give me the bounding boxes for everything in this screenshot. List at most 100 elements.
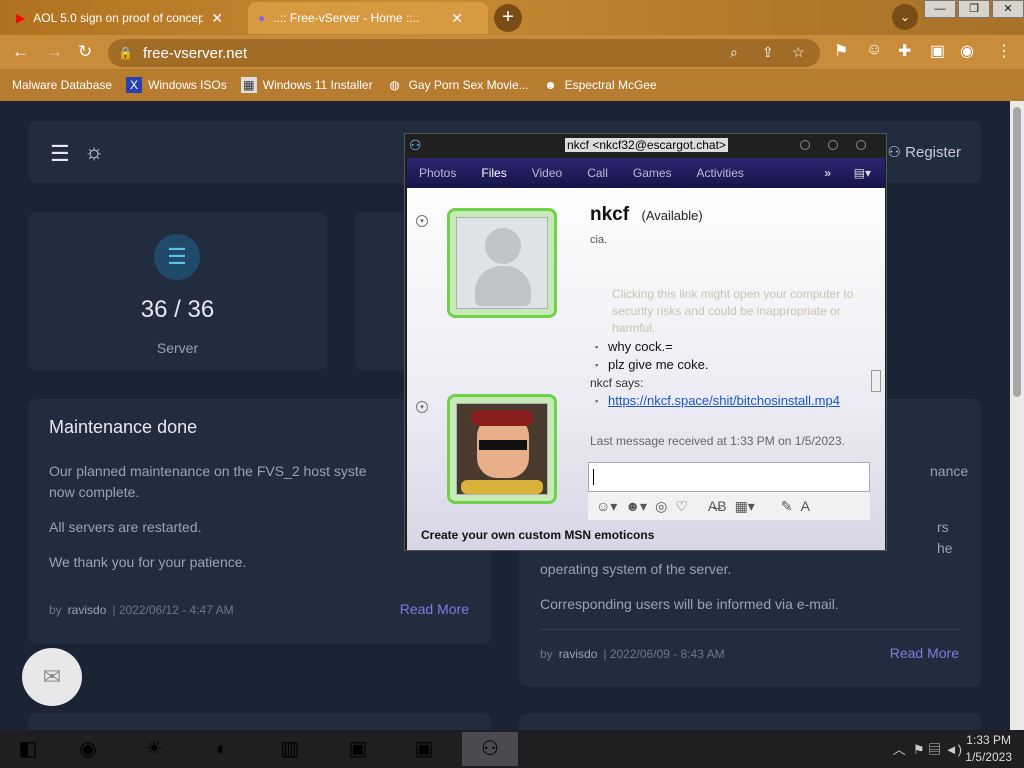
- side-panel-icon[interactable]: ▣: [930, 41, 945, 61]
- text-format-icon[interactable]: A: [801, 498, 810, 514]
- self-avatar: [447, 394, 557, 504]
- share-icon[interactable]: ⇪: [762, 44, 774, 61]
- address-bar[interactable]: 🔒 free-vserver.net ⌕ ⇪ ☆: [108, 39, 820, 67]
- handwriting-icon[interactable]: ✎: [781, 498, 793, 515]
- folder-icon[interactable]: ▥: [262, 732, 318, 766]
- msn-titlebar[interactable]: ⚇ nkcf <nkcf32@escargot.chat>: [405, 134, 886, 158]
- minimize-icon[interactable]: —: [924, 0, 956, 18]
- flag-icon[interactable]: ⚑: [913, 742, 925, 757]
- close-tab-icon[interactable]: ✕: [211, 10, 223, 27]
- close-window-icon[interactable]: ✕: [992, 0, 1024, 18]
- menu-activities[interactable]: Activities: [697, 166, 744, 180]
- emoticon-icon[interactable]: ☺▾: [596, 498, 617, 515]
- menu-kebab-icon[interactable]: ⋮: [996, 41, 1012, 61]
- contact-avatar: [447, 208, 557, 318]
- by-label: by: [49, 603, 62, 617]
- conversation-scrollbar[interactable]: [870, 338, 882, 418]
- page-scrollbar[interactable]: [1010, 101, 1024, 730]
- avatar-hat: [471, 410, 533, 426]
- msn-maximize-icon[interactable]: [828, 140, 838, 150]
- wink-icon[interactable]: ☻▾: [625, 498, 647, 515]
- close-tab-icon[interactable]: ✕: [451, 10, 463, 27]
- voice-clip-icon[interactable]: ♡: [675, 498, 688, 515]
- installer-icon-2[interactable]: ▣: [396, 732, 452, 766]
- server-icon: ☰: [154, 234, 200, 280]
- menu-video[interactable]: Video: [532, 166, 562, 180]
- msn-minimize-icon[interactable]: [800, 140, 810, 150]
- tab-free-vserver[interactable]: ● ..:: Free-vServer - Home ::.. ✕: [248, 2, 488, 34]
- message-line: plz give me coke.: [590, 356, 872, 374]
- read-more-link[interactable]: Read More: [890, 645, 959, 661]
- post-author[interactable]: ravisdo: [559, 647, 598, 661]
- firefox-icon[interactable]: ☀: [126, 732, 182, 766]
- server-count: 36 / 36: [140, 296, 215, 323]
- extension-avatar-icon[interactable]: ☺: [866, 41, 882, 59]
- collapse-icon[interactable]: ▾: [416, 401, 428, 413]
- menu-files[interactable]: Files: [481, 166, 506, 180]
- menu-games[interactable]: Games: [633, 166, 672, 180]
- extension-flag-icon[interactable]: ⚑: [834, 41, 848, 61]
- more-chevron-icon[interactable]: »: [824, 166, 831, 180]
- default-user-picture: [456, 217, 548, 309]
- message-link[interactable]: https://nkcf.space/shit/bitchosinstall.m…: [608, 393, 840, 408]
- collapse-icon[interactable]: ▾: [416, 215, 428, 227]
- post-fragment: nance: [930, 463, 969, 479]
- scrollbar-thumb[interactable]: [1013, 107, 1021, 397]
- profile-icon[interactable]: ◉: [960, 41, 974, 61]
- font-icon[interactable]: A̶B: [708, 498, 727, 514]
- bookmark-label: Espectral McGee: [564, 78, 657, 92]
- msn-messenger-icon[interactable]: ⚇: [462, 732, 518, 766]
- promo-link[interactable]: Create your own custom MSN emoticons: [421, 528, 654, 542]
- installer-icon[interactable]: ▣: [330, 732, 386, 766]
- bookmark-espectral-mcgee[interactable]: ☻ Espectral McGee: [543, 77, 657, 93]
- bookmark-label: Gay Porn Sex Movie...: [408, 78, 529, 92]
- start-button-icon[interactable]: ◧: [0, 732, 56, 766]
- tray-chevron-icon[interactable]: ︿: [893, 742, 906, 757]
- scrollbar-thumb[interactable]: [871, 370, 881, 392]
- register-link[interactable]: ⁺⚇ Register: [880, 143, 961, 161]
- back-icon[interactable]: ←: [12, 42, 29, 62]
- background-icon[interactable]: ▦▾: [735, 498, 755, 515]
- extensions-puzzle-icon[interactable]: ✚: [898, 41, 911, 61]
- menu-photos[interactable]: Photos: [419, 166, 456, 180]
- chat-widget-button[interactable]: ✉: [22, 648, 82, 706]
- post-author[interactable]: ravisdo: [68, 603, 107, 617]
- maximize-icon[interactable]: ❐: [958, 0, 990, 18]
- options-icon[interactable]: ▤▾: [854, 166, 871, 180]
- message-line: https://nkcf.space/shit/bitchosinstall.m…: [590, 392, 872, 410]
- bookmark-windows-11-installer[interactable]: ▦ Windows 11 Installer: [240, 77, 373, 93]
- read-more-link[interactable]: Read More: [400, 601, 469, 617]
- volume-icon[interactable]: ◄): [945, 742, 962, 757]
- tab-strip: ▶ AOL 5.0 sign on proof of concept ✕ ● .…: [0, 0, 1024, 35]
- site-icon: ◍: [389, 78, 400, 92]
- msn-body: ▾ ▾ nkcf (Available) cia. Clicking this …: [407, 188, 885, 550]
- divider: [540, 629, 960, 630]
- forward-icon[interactable]: →: [46, 42, 63, 62]
- bookmark-windows-isos[interactable]: X Windows ISOs: [126, 77, 227, 93]
- sender-label: nkcf says:: [590, 376, 644, 390]
- tab-search-icon[interactable]: ⌄: [892, 4, 918, 30]
- server-stat-card: ☰ 36 / 36 Server: [28, 212, 327, 370]
- hamburger-menu-icon[interactable]: ☰: [50, 141, 70, 167]
- msn-close-icon[interactable]: [856, 140, 866, 150]
- obama-logo-icon[interactable]: ◐: [194, 732, 250, 766]
- message-input[interactable]: [588, 462, 870, 492]
- bookmark-gay-porn[interactable]: ◍ Gay Porn Sex Movie...: [387, 77, 529, 93]
- bookmark-star-icon[interactable]: ☆: [792, 44, 805, 61]
- register-label: Register: [905, 144, 961, 161]
- nudge-icon[interactable]: ◎: [655, 498, 667, 515]
- reload-icon[interactable]: ↻: [78, 42, 92, 62]
- theme-toggle-sun-icon[interactable]: ☼: [84, 139, 104, 165]
- bookmark-malware-database[interactable]: Malware Database: [12, 78, 112, 92]
- chrome-icon[interactable]: ◉: [60, 732, 116, 766]
- zoom-icon[interactable]: ⌕: [730, 44, 738, 61]
- contact-name: nkcf: [590, 204, 630, 225]
- menu-call[interactable]: Call: [587, 166, 608, 180]
- clock[interactable]: 1:33 PM 1/5/2023: [965, 732, 1012, 766]
- network-icon[interactable]: ▤: [928, 742, 941, 757]
- x-logo-icon: X: [126, 77, 143, 93]
- tab-aol[interactable]: ▶ AOL 5.0 sign on proof of concept ✕: [6, 2, 246, 34]
- avatar-icon: ☻: [544, 78, 557, 92]
- new-tab-button[interactable]: +: [494, 4, 522, 32]
- post-paragraph: Corresponding users will be informed via…: [540, 596, 839, 612]
